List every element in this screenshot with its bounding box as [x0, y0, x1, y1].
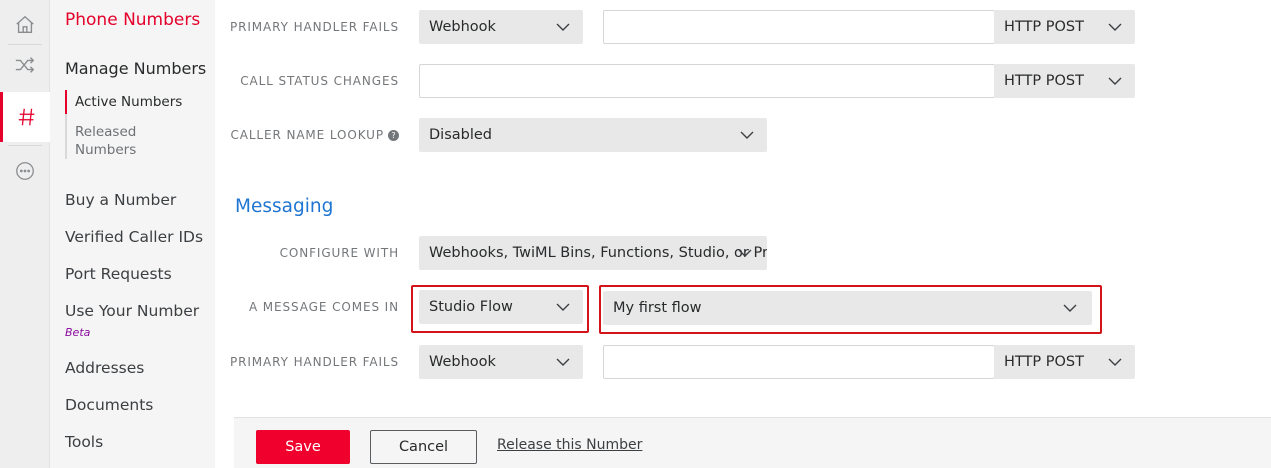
release-number-link[interactable]: Release this Number [497, 437, 642, 453]
caller-name-lookup-select[interactable]: Disabled [419, 118, 767, 152]
chevron-down-icon [1108, 358, 1122, 366]
sidebar-section-manage-numbers[interactable]: Manage Numbers [65, 59, 206, 78]
chevron-down-icon [738, 249, 752, 257]
call-status-changes-label: CALL STATUS CHANGES [240, 74, 399, 88]
messaging-fallback-type-select[interactable]: Webhook [419, 345, 583, 379]
message-handler-type-value: Studio Flow [429, 299, 513, 315]
messaging-fallback-url-input[interactable] [603, 345, 995, 379]
voice-fallback-method-value: HTTP POST [1004, 19, 1084, 35]
message-comes-in-label: A MESSAGE COMES IN [248, 300, 399, 314]
voice-fallback-method-select[interactable]: HTTP POST [994, 10, 1135, 44]
sidebar-item-tools[interactable]: Tools [65, 433, 103, 451]
caller-name-lookup-label: CALLER NAME LOOKUP? [230, 128, 399, 142]
caller-name-lookup-text: CALLER NAME LOOKUP [230, 128, 384, 142]
chevron-down-icon [556, 303, 570, 311]
studio-flow-select[interactable]: My first flow [603, 291, 1092, 325]
chevron-down-icon [1063, 304, 1077, 312]
sidebar-item-port-requests[interactable]: Port Requests [65, 265, 172, 283]
sidebar-item-released-numbers[interactable]: Released Numbers [67, 123, 147, 159]
rail-phone-numbers[interactable] [0, 92, 50, 142]
chevron-down-icon [740, 131, 754, 139]
configure-with-select[interactable]: Webhooks, TwiML Bins, Functions, Studio,… [419, 236, 767, 270]
icon-rail [0, 0, 50, 468]
rail-shuffle[interactable] [0, 40, 50, 90]
action-bar: Save Cancel Release this Number [234, 417, 1271, 468]
chevron-down-icon [1108, 23, 1122, 31]
messaging-fallback-type-value: Webhook [429, 354, 496, 370]
chevron-down-icon [1108, 77, 1122, 85]
shuffle-icon [15, 57, 35, 73]
rail-more[interactable] [0, 146, 50, 196]
voice-fallback-type-select[interactable]: Webhook [419, 10, 583, 44]
sidebar-item-buy-a-number[interactable]: Buy a Number [65, 191, 176, 209]
sidebar-item-documents[interactable]: Documents [65, 396, 153, 414]
chevron-down-icon [556, 23, 570, 31]
messaging-primary-handler-fails-label: PRIMARY HANDLER FAILS [229, 355, 399, 369]
configure-with-label: CONFIGURE WITH [279, 246, 399, 260]
hash-icon [18, 108, 34, 126]
caller-name-lookup-value: Disabled [429, 127, 492, 143]
sidebar-title[interactable]: Phone Numbers [65, 10, 200, 30]
messaging-fallback-method-value: HTTP POST [1004, 354, 1084, 370]
voice-fallback-url-input[interactable] [603, 10, 995, 44]
more-icon [16, 162, 34, 180]
product-sidebar: Phone Numbers Manage Numbers Active Numb… [50, 0, 215, 468]
messaging-fallback-method-select[interactable]: HTTP POST [994, 345, 1135, 379]
help-icon[interactable]: ? [388, 130, 399, 141]
sidebar-item-addresses[interactable]: Addresses [65, 359, 144, 377]
cancel-button[interactable]: Cancel [370, 430, 477, 464]
voice-fallback-type-value: Webhook [429, 19, 496, 35]
sidebar-item-active-numbers[interactable]: Active Numbers [65, 90, 182, 114]
chevron-down-icon [556, 358, 570, 366]
save-button[interactable]: Save [256, 430, 350, 464]
home-icon [16, 15, 34, 34]
messaging-section-title: Messaging [235, 196, 334, 217]
beta-badge: Beta [65, 326, 91, 339]
call-status-method-select[interactable]: HTTP POST [994, 64, 1135, 98]
call-status-method-value: HTTP POST [1004, 73, 1084, 89]
call-status-url-input[interactable] [419, 64, 995, 98]
message-handler-type-select[interactable]: Studio Flow [419, 290, 583, 324]
voice-primary-handler-fails-label: PRIMARY HANDLER FAILS [229, 20, 399, 34]
sidebar-item-use-your-number[interactable]: Use Your Number [65, 302, 199, 320]
studio-flow-value: My first flow [613, 300, 702, 316]
sidebar-subnav: Active Numbers Released Numbers [65, 90, 182, 159]
sidebar-item-verified-caller-ids[interactable]: Verified Caller IDs [65, 228, 203, 246]
configure-with-value: Webhooks, TwiML Bins, Functions, Studio,… [429, 245, 767, 261]
